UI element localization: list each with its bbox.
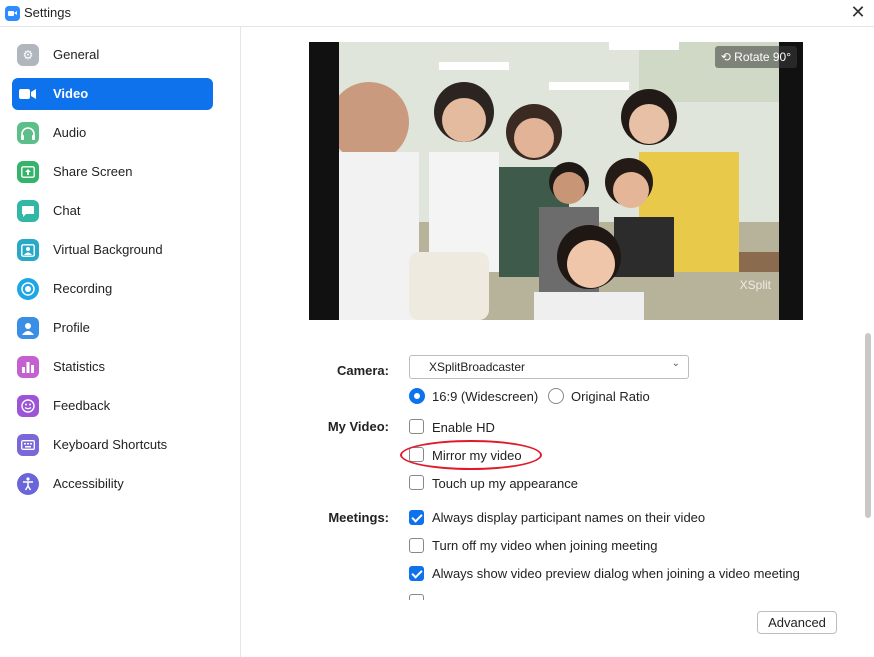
close-icon[interactable]: ✕ <box>848 3 868 23</box>
sidebar-item-feedback[interactable]: Feedback <box>12 390 213 422</box>
enable-hd-label: Enable HD <box>432 420 495 435</box>
sidebar-item-label: Keyboard Shortcuts <box>53 437 168 452</box>
smile-icon <box>17 395 39 417</box>
camera-label: Camera: <box>336 363 389 378</box>
person-icon <box>17 317 39 339</box>
bar-chart-icon <box>17 356 39 378</box>
rotate-label: Rotate 90° <box>734 50 791 64</box>
camera-icon <box>17 83 39 105</box>
display-names-label: Always display participant names on thei… <box>432 510 706 525</box>
sidebar-item-label: Chat <box>53 203 81 218</box>
checkbox-video-preview[interactable] <box>409 566 424 581</box>
sidebar-item-video[interactable]: Video <box>12 78 213 110</box>
sidebar-item-statistics[interactable]: Statistics <box>12 351 213 383</box>
camera-select-value: XSplitBroadcaster <box>429 360 526 374</box>
checkbox-touch-up[interactable] <box>409 475 424 490</box>
gear-icon: ⚙ <box>17 44 39 66</box>
checkbox-turn-off-video[interactable] <box>409 538 424 553</box>
radio-original-ratio-label: Original Ratio <box>571 389 650 404</box>
advanced-button[interactable]: Advanced <box>757 611 837 634</box>
sidebar-item-label: Profile <box>53 320 90 335</box>
record-icon <box>17 278 39 300</box>
sidebar-item-label: General <box>53 47 100 62</box>
sidebar-item-label: Virtual Background <box>53 242 163 257</box>
sidebar-item-profile[interactable]: Profile <box>12 312 213 344</box>
zoom-app-icon <box>5 6 20 21</box>
window-title: Settings <box>24 5 71 20</box>
share-screen-icon <box>17 161 39 183</box>
sidebar-item-chat[interactable]: Chat <box>12 195 213 227</box>
radio-widescreen-label: 16:9 (Widescreen) <box>432 389 539 404</box>
accessibility-icon <box>17 473 39 495</box>
chat-icon <box>17 200 39 222</box>
sidebar-item-keyboard-shortcuts[interactable]: Keyboard Shortcuts <box>12 429 213 461</box>
camera-feed-image <box>329 42 779 320</box>
sidebar-item-label: Feedback <box>53 398 111 413</box>
sidebar-item-label: Accessibility <box>53 476 124 491</box>
title-bar: Settings ✕ <box>0 0 874 27</box>
sidebar-item-recording[interactable]: Recording <box>12 273 213 305</box>
headphones-icon <box>17 122 39 144</box>
rotate-button[interactable]: ⟲ Rotate 90° <box>714 46 797 68</box>
checkbox-partial[interactable] <box>409 594 424 600</box>
person-frame-icon <box>17 239 39 261</box>
sidebar-item-audio[interactable]: Audio <box>12 117 213 149</box>
video-preview: ⟲ Rotate 90° XSplit <box>309 42 803 320</box>
sidebar-item-label: Recording <box>53 281 113 296</box>
scrollbar-thumb[interactable] <box>865 333 871 518</box>
sidebar-item-label: Audio <box>53 125 87 140</box>
turn-off-video-label: Turn off my video when joining meeting <box>432 538 658 553</box>
watermark-text: XSplit <box>739 278 771 292</box>
sidebar-item-virtual-background[interactable]: Virtual Background <box>12 234 213 266</box>
radio-original-ratio[interactable] <box>548 388 564 404</box>
meetings-label: Meetings: <box>328 510 389 525</box>
sidebar-item-general[interactable]: ⚙ General <box>12 39 213 71</box>
chevron-down-icon: ⌄ <box>671 358 680 369</box>
checkbox-display-names[interactable] <box>409 510 424 525</box>
camera-select[interactable]: XSplitBroadcaster ⌄ <box>409 355 689 379</box>
checkbox-enable-hd[interactable] <box>409 419 424 434</box>
my-video-label: My Video: <box>327 419 389 434</box>
sidebar-item-share-screen[interactable]: Share Screen <box>12 156 213 188</box>
keyboard-icon <box>17 434 39 456</box>
sidebar-item-label: Video <box>53 86 89 101</box>
sidebar: ⚙ General Video Audio Share Screen Chat … <box>0 27 241 657</box>
sidebar-item-accessibility[interactable]: Accessibility <box>12 468 213 500</box>
sidebar-item-label: Statistics <box>53 359 106 374</box>
touch-up-label: Touch up my appearance <box>432 476 578 491</box>
radio-widescreen[interactable] <box>409 388 425 404</box>
video-preview-label: Always show video preview dialog when jo… <box>432 566 800 581</box>
red-annotation-circle <box>400 440 542 470</box>
sidebar-item-label: Share Screen <box>53 164 133 179</box>
